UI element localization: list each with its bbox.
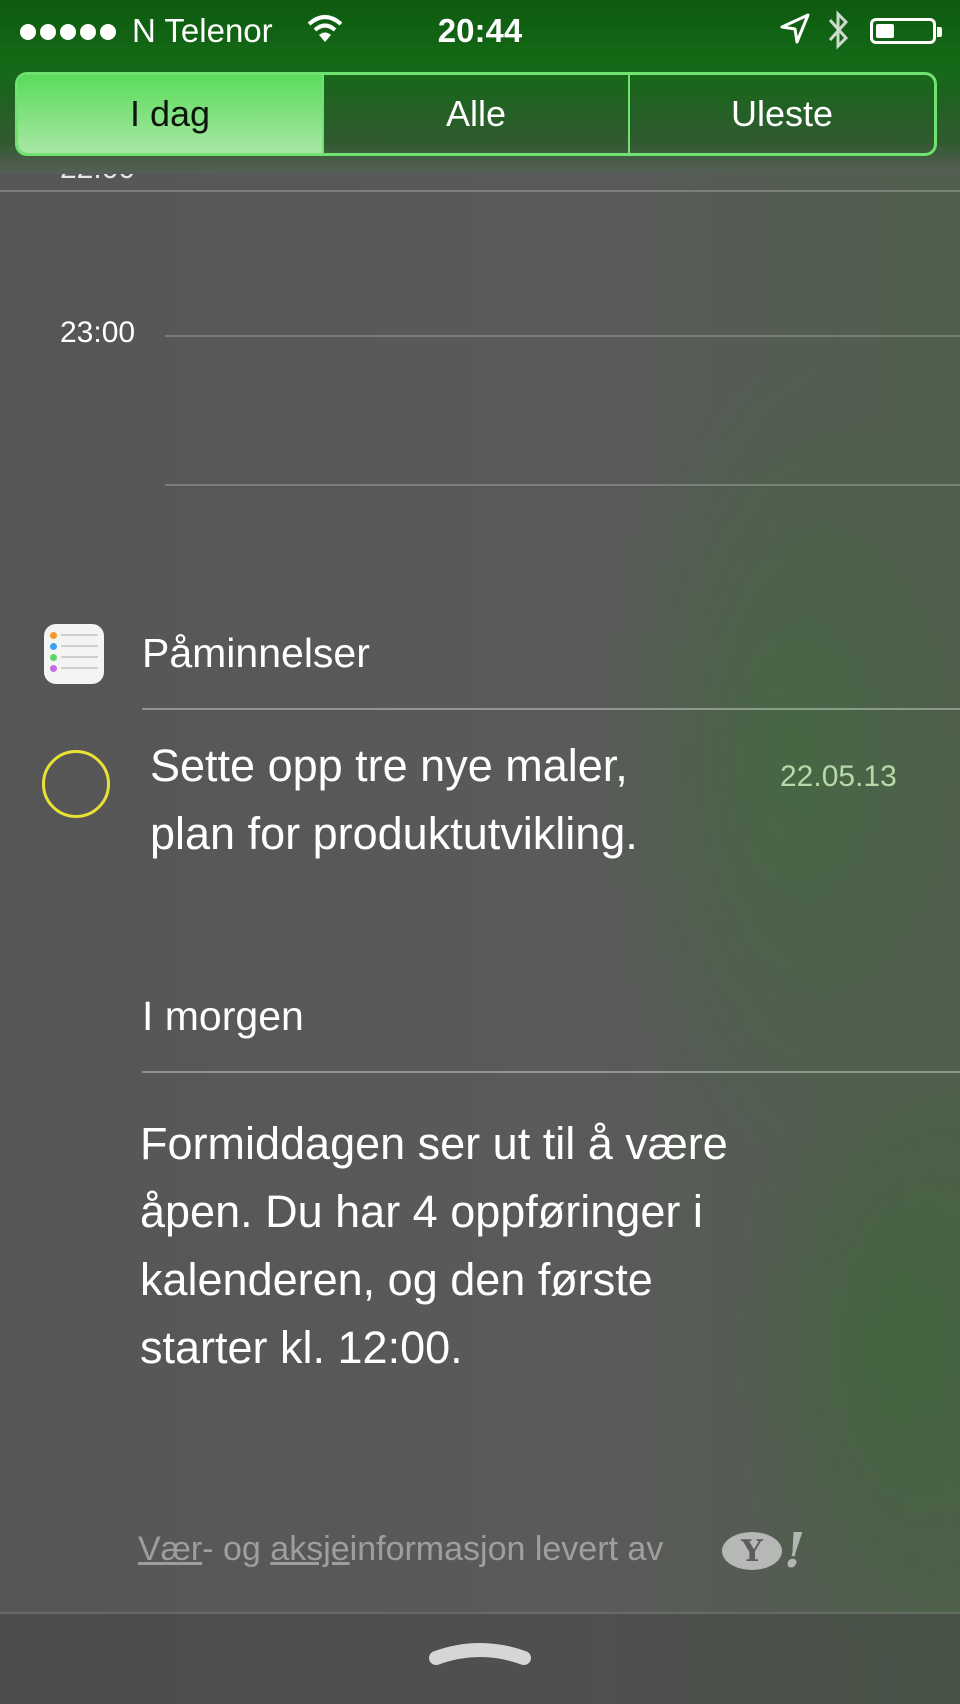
- reminder-due-date: 22.05.13: [780, 760, 897, 793]
- hour-label-cut: 22:00: [60, 174, 180, 194]
- tab-all[interactable]: Alle: [322, 75, 628, 153]
- pull-up-handle-icon[interactable]: [428, 1642, 532, 1666]
- tomorrow-title: I morgen: [142, 993, 304, 1039]
- status-bar-content: N Telenor 20:44: [0, 0, 960, 64]
- stocks-link[interactable]: aksje: [270, 1530, 349, 1568]
- weather-link[interactable]: Vær: [138, 1530, 202, 1568]
- battery-icon: [870, 18, 942, 44]
- reminders-title[interactable]: Påminnelser: [142, 630, 370, 677]
- reminders-divider: [142, 708, 960, 710]
- segmented-control: I dag Alle Uleste: [15, 72, 937, 156]
- tab-unread[interactable]: Uleste: [628, 75, 934, 153]
- data-credit: Vær- og aksjeinformasjon levert av: [138, 1530, 664, 1568]
- reminder-checkbox[interactable]: [42, 750, 110, 818]
- reminders-app-icon[interactable]: [44, 624, 104, 684]
- tab-today[interactable]: I dag: [18, 75, 322, 153]
- tomorrow-divider: [142, 1071, 960, 1073]
- location-arrow-icon: [778, 12, 812, 54]
- half-hour-line: [165, 484, 960, 486]
- yahoo-logo[interactable]: Y!: [722, 1523, 805, 1579]
- hour-label: 23:00: [60, 316, 136, 349]
- header-area: I dag Alle Uleste: [0, 64, 960, 174]
- reminder-item-text[interactable]: Sette opp tre nye maler, plan for produk…: [150, 732, 750, 868]
- tomorrow-summary: Formiddagen ser ut til å være åpen. Du h…: [140, 1118, 728, 1373]
- hour-line: [165, 335, 960, 337]
- bluetooth-icon: [826, 8, 852, 60]
- status-time: 20:44: [437, 12, 523, 49]
